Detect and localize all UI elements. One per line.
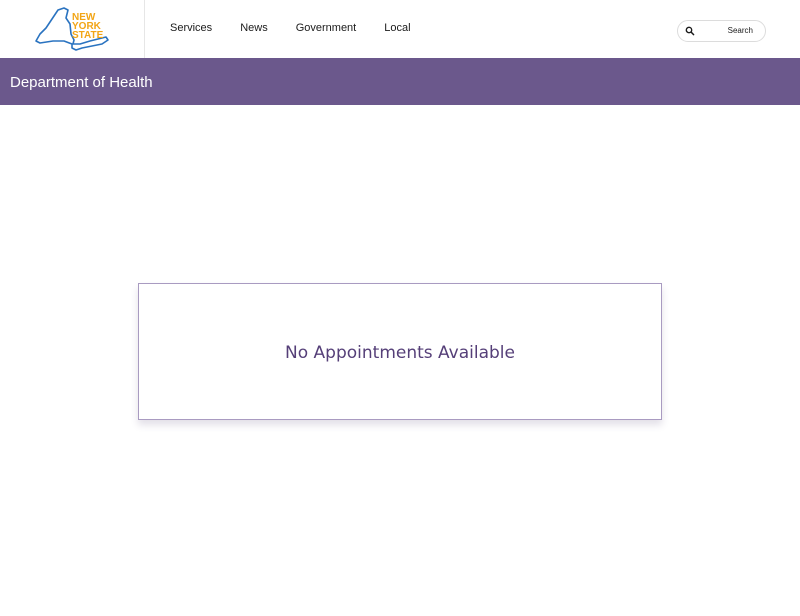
- global-header: NEW YORK STATE Services News Government …: [0, 0, 800, 58]
- search-label: Search: [727, 26, 753, 35]
- no-appointments-message: No Appointments Available: [285, 343, 515, 363]
- nav-item-local[interactable]: Local: [384, 23, 410, 35]
- page: NEW YORK STATE Services News Government …: [0, 0, 800, 616]
- nav-item-services[interactable]: Services: [170, 23, 212, 35]
- search-icon: [685, 26, 695, 36]
- nys-logo-link[interactable]: NEW YORK STATE: [28, 4, 118, 54]
- agency-title[interactable]: Department of Health: [10, 74, 153, 91]
- agency-banner: Department of Health: [0, 58, 800, 105]
- logo-line-3: STATE: [72, 30, 104, 41]
- search-box[interactable]: Search: [677, 20, 766, 42]
- nav-item-news[interactable]: News: [240, 23, 268, 35]
- main-nav: Services News Government Local: [170, 0, 439, 58]
- status-message-card: No Appointments Available: [138, 283, 662, 420]
- nav-item-government[interactable]: Government: [296, 23, 357, 35]
- new-york-state-outline-icon: NEW YORK STATE: [35, 7, 109, 51]
- logo-divider: [144, 0, 145, 58]
